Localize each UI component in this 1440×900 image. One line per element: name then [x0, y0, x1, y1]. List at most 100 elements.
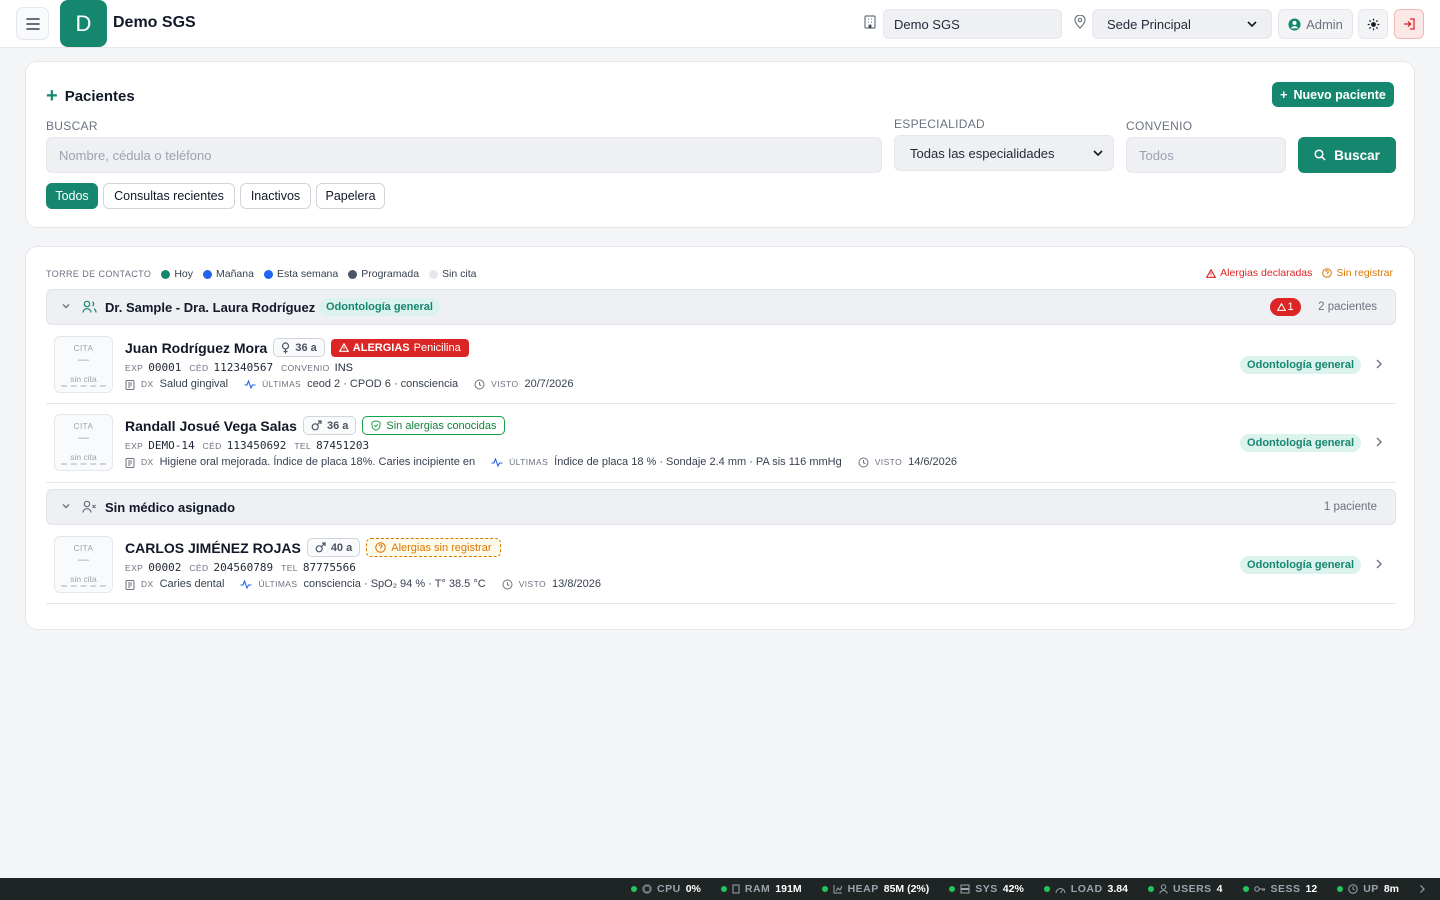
- convenio-placeholder: Todos: [1139, 147, 1174, 163]
- logout-button[interactable]: [1394, 9, 1424, 39]
- patient-meta: DX Caries dental ÚLTIMAS consciencia · SpO…: [125, 578, 601, 590]
- allergy-alert-count: 1: [1270, 298, 1301, 316]
- memory-icon: [732, 884, 740, 894]
- filter-chip-recent[interactable]: Consultas recientes: [103, 183, 235, 209]
- user-x-icon: [82, 500, 96, 513]
- menu-button[interactable]: [16, 7, 49, 40]
- page-title-text: Pacientes: [64, 87, 135, 105]
- male-icon: [315, 542, 326, 553]
- status-users: USERS 4: [1147, 883, 1223, 895]
- doctor-icon: [82, 300, 97, 313]
- history-icon: [502, 579, 513, 589]
- chevron-right-icon[interactable]: [1375, 436, 1383, 448]
- status-ram: RAM 191M: [720, 883, 802, 895]
- doctor-group-name: Dr. Sample - Dra. Laura Rodríguez: [105, 300, 316, 315]
- new-patient-button[interactable]: + Nuevo paciente: [1272, 82, 1394, 107]
- tenant-field[interactable]: Demo SGS: [883, 9, 1062, 39]
- sede-select[interactable]: Sede Principal: [1092, 9, 1272, 39]
- status-cpu: CPU 0%: [631, 883, 701, 895]
- chevron-down-icon[interactable]: [61, 501, 71, 511]
- key-icon: [1253, 886, 1265, 892]
- chevron-right-icon[interactable]: [1375, 558, 1383, 570]
- filter-chip-trash[interactable]: Papelera: [316, 183, 385, 209]
- activity-icon: [491, 457, 503, 467]
- appointment-box: CITA — sin cita: [54, 536, 113, 593]
- filter-chip-inactive[interactable]: Inactivos: [240, 183, 311, 209]
- legend-sin-registrar: Sin registrar: [1322, 267, 1393, 279]
- sun-icon: [1367, 18, 1379, 30]
- patient-name[interactable]: Randall Josué Vega Salas: [125, 418, 297, 434]
- legend-item-manana: Mañana: [203, 268, 254, 280]
- activity-icon: [244, 379, 256, 389]
- warning-icon: [1206, 268, 1217, 278]
- convenio-label: CONVENIO: [1126, 119, 1193, 133]
- status-uptime: UP 8m: [1337, 883, 1399, 895]
- sex-age-badge: 36 a: [273, 338, 325, 357]
- group-patient-count: 1 paciente: [1323, 501, 1377, 513]
- history-icon: [858, 457, 869, 467]
- help-circle-icon: [375, 542, 387, 553]
- allergy-legend: Alergias declaradas Sin registrar: [1206, 267, 1393, 279]
- patient-ids: EXP 00001 CÉD 112340567 CONVENIO INS: [125, 361, 353, 374]
- unassigned-group-header[interactable]: Sin médico asignado 1 paciente: [46, 489, 1396, 525]
- top-bar: D Demo SGS Demo SGS Sede Principal Admin: [0, 0, 1440, 48]
- patients-list-card: TORRE DE CONTACTO Hoy Mañana Esta semana…: [25, 246, 1415, 630]
- patient-row[interactable]: CITA — sin cita Juan Rodríguez Mora 36 a…: [46, 327, 1396, 404]
- patients-search-card: + Pacientes + Nuevo paciente BUSCAR Nomb…: [25, 61, 1415, 228]
- shield-check-icon: [371, 420, 381, 431]
- patient-ids: EXP 00002 CÉD 204560789 TEL 87775566: [125, 561, 356, 574]
- status-sys: SYS 42%: [949, 883, 1024, 895]
- patient-row[interactable]: CITA — sin cita CARLOS JIMÉNEZ ROJAS 40 …: [46, 527, 1396, 604]
- system-status-bar: CPU 0% RAM 191M HEAP 85M (2%) SYS 42% LOAD 3.…: [0, 878, 1440, 900]
- specialty-value: Todas las especialidades: [910, 145, 1055, 161]
- app-title: Demo SGS: [113, 14, 196, 31]
- plus-icon: +: [46, 85, 58, 107]
- convenio-input[interactable]: Todos: [1126, 137, 1286, 173]
- search-icon: [1314, 149, 1326, 161]
- group-patient-count: 2 pacientes: [1318, 301, 1377, 313]
- activity-icon: [240, 579, 252, 589]
- chevron-right-icon[interactable]: [1375, 358, 1383, 370]
- clipboard-icon: [125, 457, 135, 468]
- clipboard-icon: [125, 379, 135, 390]
- legend-item-hoy: Hoy: [161, 268, 193, 280]
- sex-age-badge: 40 a: [306, 538, 361, 557]
- search-input[interactable]: Nombre, cédula o teléfono: [46, 137, 882, 173]
- legend-item-esta-semana: Esta semana: [263, 268, 338, 280]
- building-icon: [864, 15, 876, 29]
- chevron-down-icon[interactable]: [61, 301, 71, 311]
- admin-user-button[interactable]: Admin: [1278, 9, 1353, 39]
- allergy-badge: ALERGIAS Penicilina: [330, 338, 469, 357]
- help-circle-icon: [1322, 268, 1333, 278]
- patient-name[interactable]: CARLOS JIMÉNEZ ROJAS: [125, 540, 301, 556]
- status-load: LOAD 3.84: [1043, 883, 1128, 895]
- warning-icon: [338, 343, 349, 352]
- legend-item-programada: Programada: [348, 268, 419, 280]
- search-button-label: Buscar: [1334, 147, 1380, 163]
- search-button[interactable]: Buscar: [1298, 137, 1396, 173]
- search-label: BUSCAR: [46, 119, 98, 133]
- sede-value: Sede Principal: [1107, 16, 1191, 32]
- patient-row[interactable]: CITA — sin cita Randall Josué Vega Salas…: [46, 405, 1396, 483]
- specialty-badge: Odontología general: [1240, 434, 1361, 452]
- page-title: + Pacientes: [46, 86, 135, 106]
- legend-alergias-declaradas: Alergias declaradas: [1206, 267, 1312, 279]
- admin-label: Admin: [1306, 16, 1343, 32]
- history-icon: [474, 379, 485, 389]
- legend-item-sin-cita: Sin cita: [429, 268, 476, 280]
- gauge-icon: [1055, 887, 1066, 893]
- contact-legend: TORRE DE CONTACTO Hoy Mañana Esta semana…: [46, 268, 476, 280]
- app-logo[interactable]: D: [60, 0, 107, 47]
- specialty-badge: Odontología general: [1240, 356, 1361, 374]
- doctor-group-header[interactable]: Dr. Sample - Dra. Laura Rodríguez Odonto…: [46, 289, 1396, 325]
- patient-name[interactable]: Juan Rodríguez Mora: [125, 340, 267, 356]
- filter-chip-todos[interactable]: Todos: [46, 183, 98, 209]
- specialty-badge: Odontología general: [319, 298, 440, 316]
- patient-meta: DX Higiene oral mejorada. Índice de placa…: [125, 456, 957, 468]
- theme-toggle-button[interactable]: [1358, 9, 1388, 39]
- chevron-down-icon: [1093, 150, 1103, 156]
- specialty-select[interactable]: Todas las especialidades: [894, 135, 1114, 171]
- chevron-right-icon[interactable]: [1419, 884, 1426, 894]
- status-sessions: SESS 12: [1242, 883, 1317, 895]
- patient-meta: DX Salud gingival ÚLTIMAS ceod 2 · CPOD 6 …: [125, 378, 573, 390]
